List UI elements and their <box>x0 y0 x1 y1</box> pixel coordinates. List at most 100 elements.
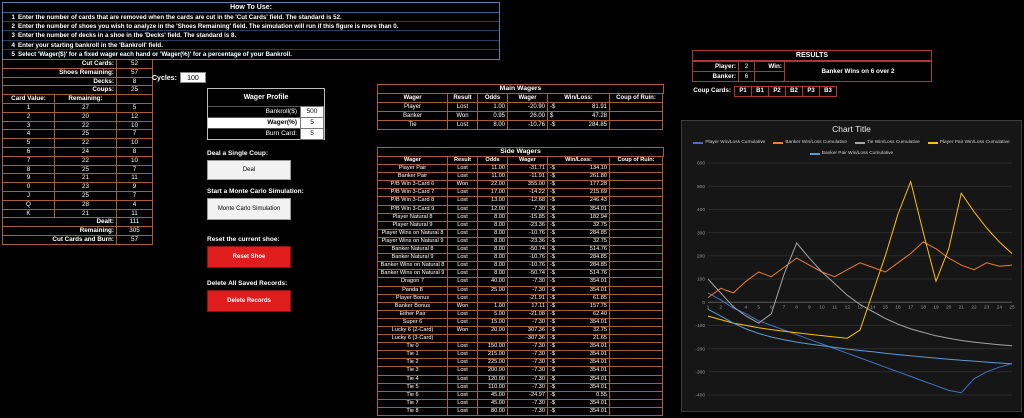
card-table-header-cell: Card Value: <box>3 95 55 104</box>
wager-result: Lost <box>448 294 478 303</box>
wager-row: Banker Bonus Won 1.00 17.11 -$ 157.75 <box>378 302 664 311</box>
winloss-currency: -$ <box>550 286 555 293</box>
card-dealt-cell: 5 <box>117 103 153 113</box>
wager-coup-of-ruin <box>610 262 663 271</box>
wager-result: Lost <box>448 173 478 182</box>
winloss-currency: -$ <box>550 270 555 277</box>
wager-winloss: -$ 0.55 <box>548 391 610 400</box>
wager-profile-label: Burn Card: <box>208 128 300 140</box>
wager-name: Tie 3 <box>378 367 448 376</box>
winloss-value: 354.01 <box>589 407 607 414</box>
winloss-value: 514.76 <box>589 270 607 277</box>
delete-records-button[interactable]: Delete Records <box>207 290 291 312</box>
wager-result: Lost <box>448 407 478 416</box>
wager-winloss: -$ 246.43 <box>548 197 610 206</box>
cycles-input[interactable]: 100 <box>179 72 206 83</box>
wager-name: Player Wins on Natural 9 <box>378 237 448 247</box>
wager-result: Lost <box>448 237 478 247</box>
card-table-header: Card Value: Remaining: <box>3 95 153 104</box>
main-wagers-table: Main Wagers Wager Result Odds Wager Win/Loss:… <box>377 84 664 130</box>
card-remaining-cell: 25 <box>55 130 117 140</box>
wager-amount: -11.91 <box>508 173 548 182</box>
shoe-config-value[interactable]: 8 <box>117 77 153 87</box>
winloss-currency: -$ <box>550 383 555 390</box>
wager-odds: 22.00 <box>478 181 508 190</box>
wager-result: Lost <box>448 197 478 206</box>
monte-carlo-button[interactable]: Monte Carlo Simulation <box>207 198 291 220</box>
wager-amount: -23.36 <box>508 221 548 230</box>
results-banker-value: 6 <box>739 72 755 82</box>
x-axis-tick-label: 14 <box>870 305 876 311</box>
wager-winloss: -$ 354.01 <box>548 343 610 352</box>
shoe-config-value[interactable]: 52 <box>117 60 153 69</box>
wager-name: P/B Win 3-Card 7 <box>378 189 448 198</box>
wager-row: Tie 7 Lost 45.00 -7.30 -$ 354.01 <box>378 399 664 408</box>
wager-result: Lost <box>448 359 478 368</box>
shoe-total-label: Remaining: <box>3 227 117 236</box>
winloss-currency: -$ <box>550 407 555 414</box>
winloss-currency: -$ <box>550 197 555 204</box>
wager-coup-of-ruin <box>610 286 663 295</box>
wager-col-header: Wager <box>508 157 548 166</box>
y-axis-tick-label: -100 <box>695 323 705 329</box>
x-axis-tick-label: 16 <box>895 305 901 311</box>
winloss-currency: -$ <box>550 326 555 333</box>
wager-col-header: Odds <box>478 94 508 103</box>
howto-step: 1 Enter the number of cards that are remo… <box>3 13 499 23</box>
wager-coup-of-ruin <box>610 278 663 287</box>
wager-result: Lost <box>448 318 478 327</box>
wager-profile-row: Wager(%) 5 <box>208 117 324 129</box>
x-axis-tick-label: 15 <box>883 305 889 311</box>
wager-winloss: -$ 61.85 <box>548 294 610 303</box>
x-axis-tick-label: 18 <box>921 305 927 311</box>
wager-winloss: -$ 354.01 <box>548 375 610 384</box>
card-table-row: J 25 7 <box>3 191 153 201</box>
wager-name: Banker Wins on Natural 8 <box>378 262 448 271</box>
card-dealt-cell: 12 <box>117 112 153 122</box>
side-wagers-header-row: Wager Result Odds Wager Win/Loss: Coup of Rui… <box>378 157 664 166</box>
winloss-currency: -$ <box>550 213 555 220</box>
wager-name: Tie 7 <box>378 399 448 408</box>
wager-result: Lost <box>448 165 478 174</box>
wager-winloss: -$ 32.75 <box>548 221 610 230</box>
shoe-total-row: Remaining: 305 <box>3 227 153 236</box>
wager-amount: 307.36 <box>508 326 548 336</box>
reset-shoe-button[interactable]: Reset Shoe <box>207 246 291 268</box>
main-wagers-title: Main Wagers <box>378 85 664 94</box>
x-axis-tick-label: 2 <box>719 305 722 311</box>
winloss-currency: -$ <box>550 181 555 188</box>
wager-amount: -7.30 <box>508 407 548 416</box>
wager-col-header: Win/Loss: <box>548 94 610 103</box>
wager-coup-of-ruin <box>610 173 663 182</box>
wager-coup-of-ruin <box>610 254 663 263</box>
coup-card-header: B1 <box>752 87 769 97</box>
wager-coup-of-ruin <box>610 310 663 319</box>
chart-canvas: 6005004003002001000-100-200-300-4001 2 3 4 5… <box>695 161 1015 399</box>
wager-profile-row: Burn Card: 5 <box>208 128 324 140</box>
winloss-value: 354.01 <box>589 205 607 212</box>
wager-odds: 15.00 <box>478 318 508 327</box>
winloss-currency: -$ <box>550 205 555 212</box>
x-axis-tick-label: 11 <box>832 305 837 311</box>
deal-button[interactable]: Deal <box>207 160 291 180</box>
card-dealt-cell: 7 <box>117 130 153 140</box>
card-table-row: 7 22 10 <box>3 156 153 166</box>
wager-winloss: -$ 21.65 <box>548 335 610 344</box>
wager-winloss: -$ 354.01 <box>548 286 610 295</box>
shoe-config-value[interactable]: 57 <box>117 68 153 78</box>
wager-coup-of-ruin <box>610 375 663 384</box>
wager-odds: 8.00 <box>478 213 508 222</box>
y-axis-tick-label: 200 <box>697 254 705 260</box>
winloss-value: 182.94 <box>589 213 607 220</box>
wager-result: Lost <box>448 351 478 360</box>
wager-name: Player Wins on Natural 8 <box>378 229 448 238</box>
shoe-config-value[interactable]: 25 <box>117 86 153 96</box>
wager-name: Tie 4 <box>378 375 448 384</box>
legend-item: Player Pair Win/Loss Cumulative <box>927 139 1010 147</box>
wager-profile-value[interactable]: 5 <box>300 128 324 140</box>
card-value-cell: Q <box>3 200 55 210</box>
wager-winloss: -$ 157.75 <box>548 302 610 311</box>
wager-odds: 0.95 <box>478 112 508 121</box>
wager-amount: -24.97 <box>508 391 548 400</box>
wager-name: Tie <box>378 121 448 130</box>
